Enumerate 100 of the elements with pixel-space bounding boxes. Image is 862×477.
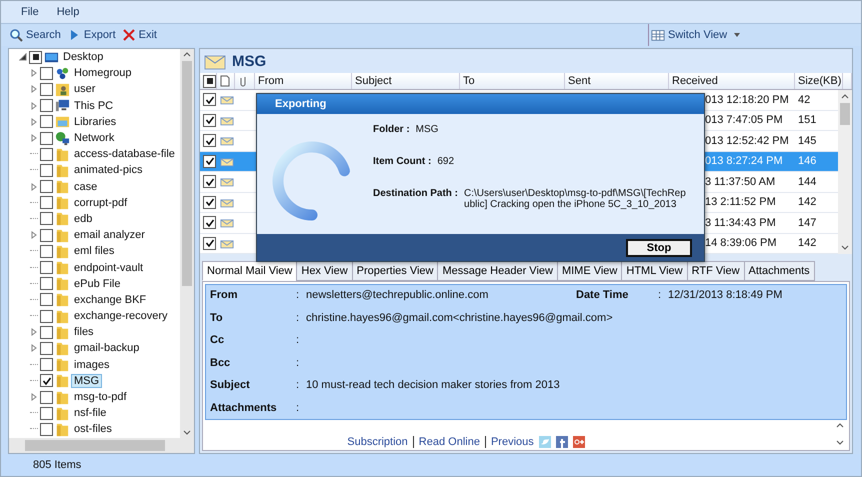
collapsed-arrow-icon[interactable] [30, 102, 38, 110]
collapsed-arrow-icon[interactable] [30, 69, 38, 78]
tree-item[interactable]: corrupt-pdf [72, 196, 130, 209]
checkbox[interactable] [203, 154, 216, 168]
checkbox[interactable] [40, 115, 53, 128]
tree-item[interactable]: exchange BKF [72, 294, 148, 306]
collapsed-arrow-icon[interactable] [30, 393, 38, 402]
tree-item[interactable]: ost-files [72, 423, 114, 436]
scroll-down-icon[interactable] [836, 440, 844, 445]
tab[interactable]: MIME View [556, 261, 622, 281]
collapsed-arrow-icon[interactable] [30, 182, 38, 191]
collapsed-arrow-icon[interactable] [30, 118, 38, 126]
checkbox[interactable] [40, 326, 53, 339]
tab[interactable]: Properties View [352, 261, 438, 281]
checkbox[interactable] [40, 358, 53, 372]
tab[interactable]: Message Header View [437, 261, 558, 281]
tree-item[interactable]: gmail-backup [72, 342, 142, 354]
tree-item[interactable]: files [72, 326, 96, 338]
tab[interactable]: Normal Mail View [202, 261, 298, 281]
checkbox[interactable] [40, 390, 53, 404]
toolbar-button[interactable]: Search [9, 28, 67, 42]
scroll-down-icon[interactable] [183, 430, 191, 435]
tree-item[interactable]: Libraries [72, 116, 118, 128]
expanded-arrow-icon[interactable] [19, 53, 27, 62]
column-header[interactable]: To [460, 73, 565, 89]
scroll-up-icon[interactable] [841, 94, 849, 99]
checkbox[interactable] [40, 261, 53, 274]
tree-item[interactable]: This PC [72, 100, 116, 112]
stop-button[interactable]: Stop [626, 238, 692, 257]
column-header[interactable]: Subject [352, 73, 460, 89]
tree-item[interactable]: access-database-file [72, 148, 177, 160]
link[interactable]: Read Online [418, 436, 480, 448]
switch-view-button[interactable]: Switch View [648, 24, 853, 46]
checkbox[interactable] [40, 342, 53, 355]
tree-item[interactable]: edb [72, 212, 94, 225]
checkbox[interactable] [203, 175, 216, 188]
scroll-down-icon[interactable] [841, 245, 849, 250]
link[interactable]: Subscription [347, 436, 408, 448]
tree-item[interactable]: Homegroup [72, 67, 134, 80]
checkbox[interactable] [203, 93, 216, 106]
checkbox[interactable] [40, 82, 53, 96]
checkbox[interactable] [40, 244, 53, 258]
scrollbar-thumb[interactable] [840, 103, 850, 125]
tree-item[interactable]: images [72, 358, 112, 371]
tree-item[interactable]: MSG [72, 374, 102, 387]
checkbox[interactable] [40, 406, 53, 420]
tree-item[interactable]: exchange-recovery [72, 310, 170, 322]
checkbox[interactable] [203, 236, 216, 250]
scroll-up-icon[interactable] [836, 423, 844, 428]
tab[interactable]: RTF View [686, 261, 745, 281]
checkbox[interactable] [203, 196, 216, 209]
scroll-up-icon[interactable] [183, 52, 191, 57]
checkbox[interactable] [40, 277, 53, 290]
checkbox[interactable] [40, 196, 53, 210]
tree-item[interactable]: email analyzer [72, 229, 147, 242]
share-icon[interactable] [556, 436, 568, 448]
tree-item[interactable]: user [72, 83, 98, 96]
checkbox[interactable] [40, 66, 53, 80]
checkbox[interactable] [203, 134, 216, 148]
checkbox[interactable] [40, 212, 53, 226]
checkbox[interactable] [40, 132, 53, 145]
checkbox[interactable] [40, 422, 53, 436]
menu-item[interactable]: Help [56, 6, 80, 18]
tree-item[interactable]: Desktop [61, 51, 106, 64]
link[interactable]: Previous [490, 436, 534, 448]
scrollbar-thumb[interactable] [25, 440, 165, 451]
toolbar-button[interactable]: Export [66, 28, 122, 42]
tree-item[interactable]: Network [72, 132, 116, 144]
column-header[interactable]: Size(KB) [795, 73, 843, 89]
tab[interactable]: Attachments [744, 261, 815, 281]
toolbar-button[interactable]: Exit [122, 28, 163, 42]
plus-icon[interactable] [572, 436, 585, 448]
tree-item[interactable]: case [72, 180, 100, 193]
tree-item[interactable]: endpoint-vault [72, 262, 146, 274]
tab[interactable]: Hex View [296, 261, 353, 281]
collapsed-arrow-icon[interactable] [30, 231, 38, 240]
tree-item[interactable]: ePub File [72, 278, 122, 290]
checkbox[interactable] [40, 180, 53, 194]
checkbox[interactable] [29, 50, 42, 64]
tree-item[interactable]: eml files [72, 245, 116, 258]
checkbox[interactable] [40, 148, 53, 161]
tree-item[interactable]: msg-to-pdf [72, 391, 129, 404]
checkbox[interactable] [40, 99, 53, 112]
tree-item[interactable]: nsf-file [72, 407, 108, 420]
scrollbar-thumb[interactable] [182, 61, 192, 286]
column-header[interactable]: From [255, 73, 352, 89]
checkbox[interactable] [40, 228, 53, 242]
column-header[interactable]: Sent [565, 73, 669, 89]
tab[interactable]: HTML View [621, 261, 688, 281]
collapsed-arrow-icon[interactable] [30, 328, 38, 336]
checkbox[interactable] [40, 310, 53, 323]
collapsed-arrow-icon[interactable] [30, 344, 38, 352]
tree-item[interactable]: animated-pics [72, 164, 144, 176]
checkbox[interactable] [203, 74, 216, 88]
menu-item[interactable]: File [21, 6, 39, 18]
checkbox[interactable] [40, 374, 53, 388]
collapsed-arrow-icon[interactable] [30, 134, 38, 142]
checkbox[interactable] [203, 216, 216, 230]
collapsed-arrow-icon[interactable] [30, 85, 38, 94]
checkbox[interactable] [40, 164, 53, 177]
